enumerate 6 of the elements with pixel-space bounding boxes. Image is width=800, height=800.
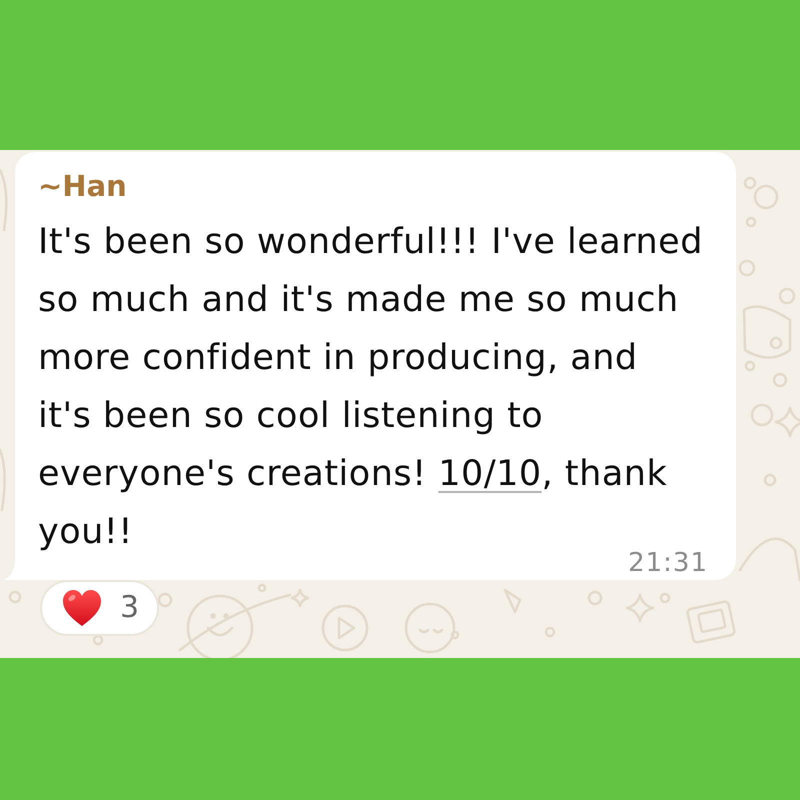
reaction-button[interactable]: 3 — [40, 580, 160, 636]
message-text: It's been so wonderful!!! I've learned so much and it's made me so much more confident in producing, and it's been so cool listening to everyone's creations! 10/10, thank you!! — [38, 222, 703, 552]
message-time: 21:31 — [628, 553, 708, 573]
sender-name: ~Han — [38, 168, 128, 204]
number-link[interactable]: 10/10 — [438, 454, 542, 494]
heart-icon — [62, 589, 102, 627]
